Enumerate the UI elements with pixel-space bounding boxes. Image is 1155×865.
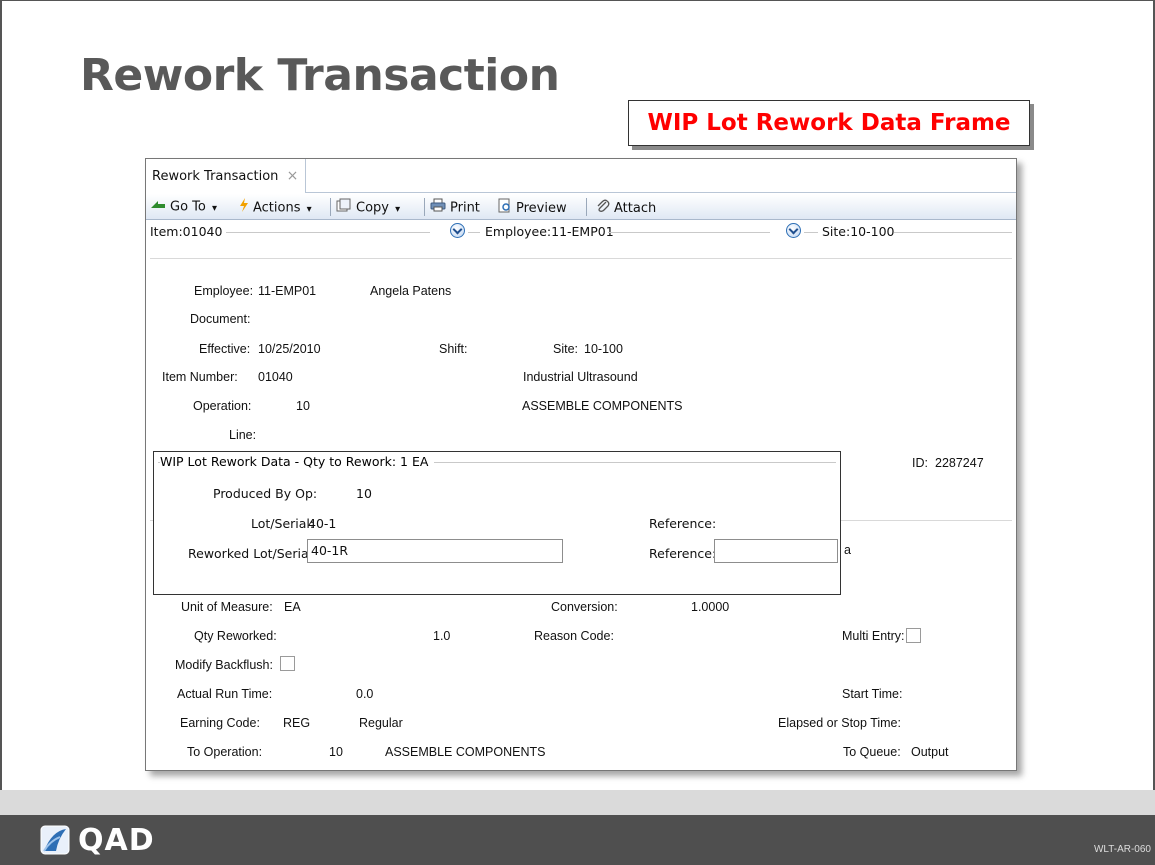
employee-filter[interactable]: Employee:11-EMP01	[485, 224, 614, 239]
attach-button[interactable]: Attach	[596, 198, 656, 216]
effective-label: Effective:	[199, 342, 251, 356]
expand-item-icon[interactable]	[450, 223, 465, 238]
id-value: 2287247	[935, 456, 984, 470]
expand-employee-icon[interactable]	[786, 223, 801, 238]
start-time-label: Start Time:	[842, 687, 903, 701]
divider	[894, 232, 1012, 233]
goto-arrow-icon	[150, 198, 166, 216]
hidden-field-glimpse: a	[844, 543, 851, 557]
produced-by-op-value[interactable]: 10	[356, 486, 372, 501]
wip-lot-rework-frame: WIP Lot Rework Data - Qty to Rework: 1 E…	[153, 451, 841, 595]
goto-menu-button[interactable]: Go To ▾	[150, 198, 217, 216]
qad-logo: QAD	[40, 822, 155, 858]
operation-label: Operation:	[193, 399, 252, 413]
to-operation-label: To Operation:	[187, 745, 263, 759]
qty-reworked-value[interactable]: 1.0	[433, 629, 450, 643]
tab-label: Rework Transaction	[152, 169, 279, 184]
uom-label: Unit of Measure:	[181, 600, 273, 614]
divider	[468, 232, 480, 233]
produced-by-op-label: Produced By Op:	[213, 486, 318, 501]
divider	[804, 232, 818, 233]
site-value[interactable]: 10-100	[584, 342, 623, 356]
multi-entry-checkbox[interactable]	[906, 628, 921, 643]
earning-code-description: Regular	[359, 716, 403, 730]
qty-reworked-label: Qty Reworked:	[194, 629, 277, 643]
callout-label: WIP Lot Rework Data Frame	[628, 100, 1030, 146]
reason-code-label: Reason Code:	[534, 629, 614, 643]
employee-value[interactable]: 11-EMP01	[258, 284, 316, 298]
earning-code-value[interactable]: REG	[283, 716, 310, 730]
reference-input-label: Reference:	[649, 546, 717, 561]
item-filter[interactable]: Item:01040	[150, 224, 222, 239]
chevron-down-icon: ▾	[395, 203, 401, 215]
operation-value[interactable]: 10	[296, 399, 310, 413]
multi-entry-label: Multi Entry:	[842, 629, 905, 643]
earning-code-label: Earning Code:	[180, 716, 260, 730]
employee-label: Employee:	[194, 284, 254, 298]
lightning-icon	[239, 198, 249, 218]
lot-serial-label: Lot/Serial:	[251, 516, 315, 531]
preview-icon	[498, 198, 512, 219]
printer-icon	[430, 198, 446, 218]
elapsed-time-label: Elapsed or Stop Time:	[778, 716, 901, 730]
item-number-label: Item Number:	[162, 370, 238, 384]
qad-logo-icon	[40, 825, 70, 855]
footer-bar	[0, 815, 1155, 865]
tab-bar: Rework Transaction ×	[146, 159, 1016, 193]
conversion-value[interactable]: 1.0000	[691, 600, 729, 614]
conversion-label: Conversion:	[551, 600, 618, 614]
close-tab-icon[interactable]: ×	[287, 168, 299, 184]
to-operation-description: ASSEMBLE COMPONENTS	[385, 745, 546, 759]
id-label: ID:	[912, 456, 928, 470]
slide-code: WLT-AR-060	[1093, 844, 1151, 855]
site-label: Site:	[553, 342, 579, 356]
run-time-label: Actual Run Time:	[177, 687, 273, 701]
chevron-down-icon: ▾	[212, 202, 218, 214]
qad-logo-text: QAD	[78, 822, 155, 858]
toolbar-separator	[424, 198, 425, 216]
tab-rework-transaction[interactable]: Rework Transaction ×	[146, 159, 306, 193]
modify-backflush-label: Modify Backflush:	[175, 658, 273, 672]
employee-name: Angela Patens	[370, 284, 452, 298]
uom-value[interactable]: EA	[284, 600, 301, 614]
reference-label: Reference:	[649, 516, 717, 531]
copy-menu-button[interactable]: Copy ▾	[336, 198, 400, 216]
section-divider	[150, 258, 1012, 259]
effective-value[interactable]: 10/25/2010	[258, 342, 321, 356]
toolbar-separator	[330, 198, 331, 216]
toolbar: Go To ▾ Actions ▾ Copy ▾ Print Preview A…	[146, 194, 1016, 220]
toolbar-separator	[586, 198, 587, 216]
filter-bar: Item:01040 Employee:11-EMP01 Site:10-100	[146, 220, 1016, 242]
to-queue-label: To Queue:	[843, 745, 901, 759]
document-label: Document:	[190, 312, 251, 326]
copy-icon	[336, 198, 352, 218]
line-label: Line:	[229, 428, 257, 442]
preview-button[interactable]: Preview	[498, 198, 567, 216]
shift-label: Shift:	[439, 342, 468, 356]
reworked-lot-serial-label: Reworked Lot/Serial:	[188, 546, 317, 561]
paperclip-icon	[596, 198, 610, 219]
run-time-value[interactable]: 0.0	[356, 687, 373, 701]
chevron-down-icon: ▾	[306, 203, 312, 215]
divider	[608, 232, 770, 233]
print-button[interactable]: Print	[430, 198, 480, 216]
wip-frame-legend: WIP Lot Rework Data - Qty to Rework: 1 E…	[160, 454, 435, 469]
operation-description: ASSEMBLE COMPONENTS	[522, 399, 683, 413]
slide-title: Rework Transaction	[80, 50, 560, 101]
item-number-value[interactable]: 01040	[258, 370, 293, 384]
reference-input[interactable]	[714, 539, 838, 563]
to-queue-value[interactable]: Output	[911, 745, 949, 759]
reworked-lot-serial-input[interactable]: 40-1R	[307, 539, 563, 563]
site-filter[interactable]: Site:10-100	[822, 224, 895, 239]
item-description: Industrial Ultrasound	[523, 370, 638, 384]
lot-serial-value[interactable]: 40-1	[308, 516, 336, 531]
actions-menu-button[interactable]: Actions ▾	[239, 198, 312, 216]
divider	[226, 232, 430, 233]
to-operation-value[interactable]: 10	[329, 745, 343, 759]
modify-backflush-checkbox[interactable]	[280, 656, 295, 671]
